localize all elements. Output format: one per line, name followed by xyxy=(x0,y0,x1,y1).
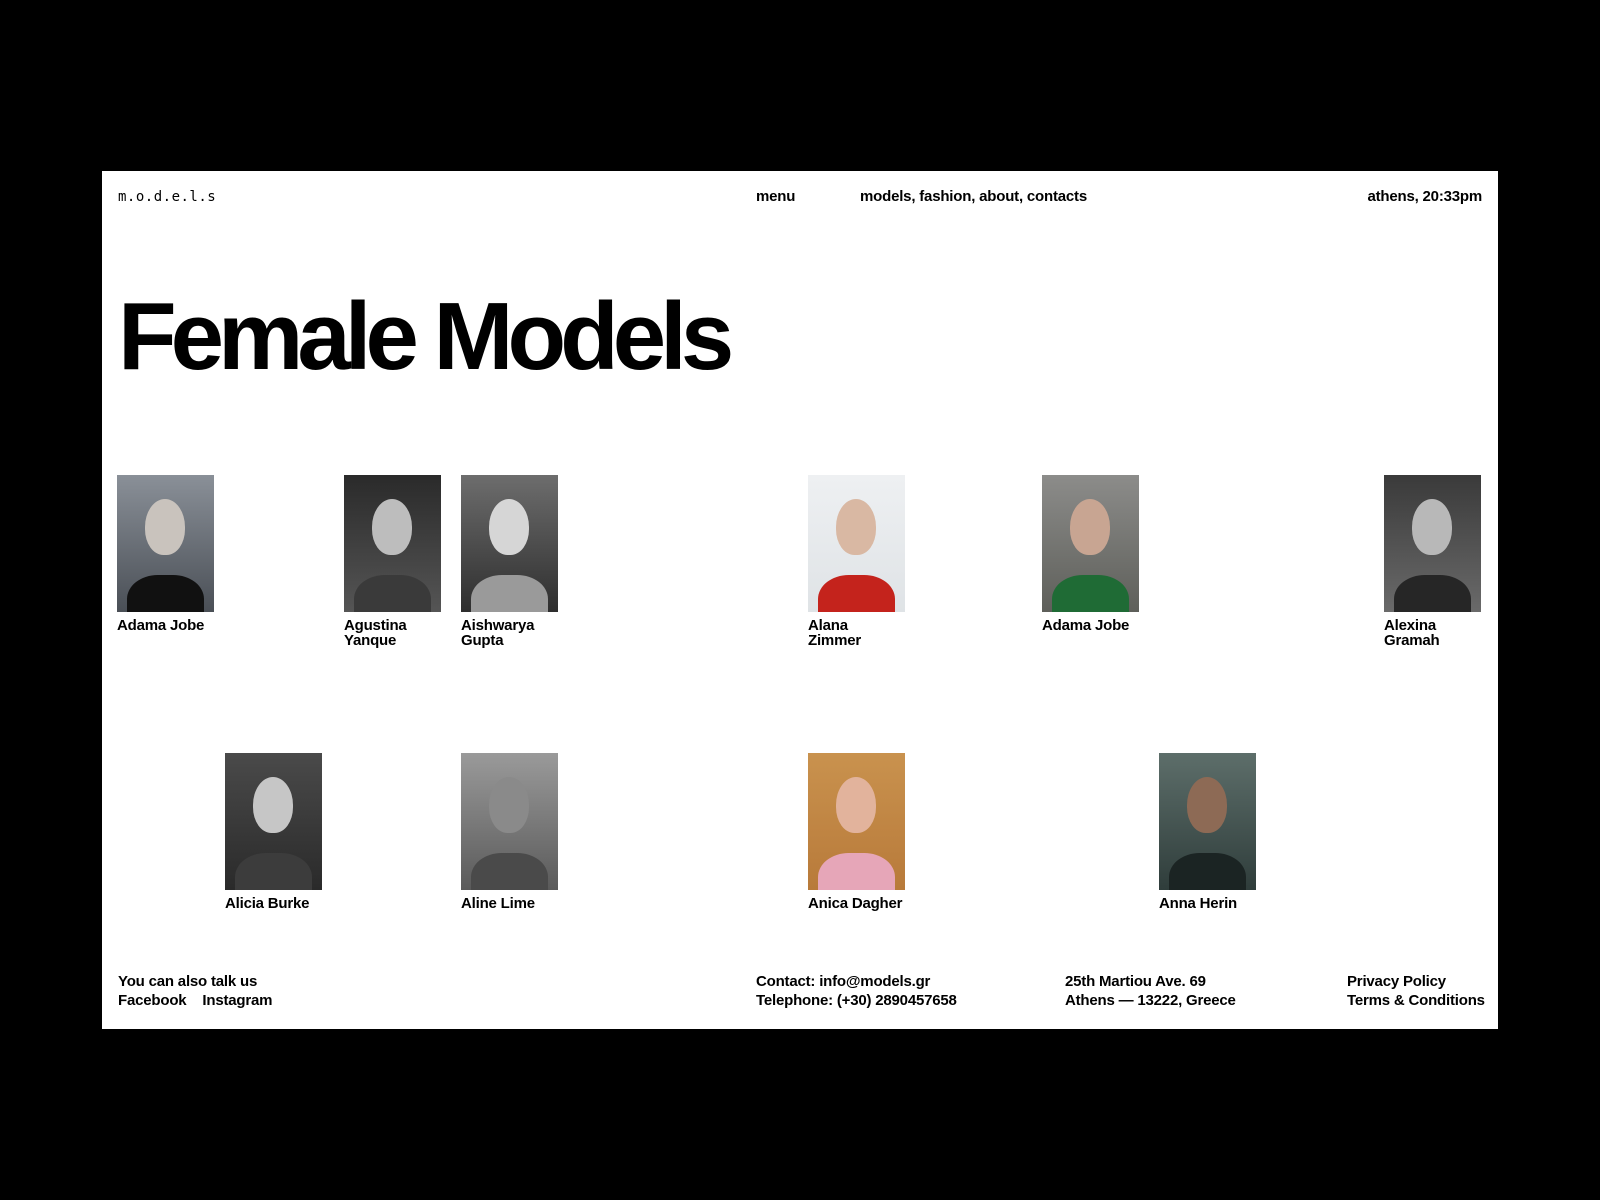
model-name[interactable]: Aishwarya Gupta xyxy=(461,618,591,648)
contact-email[interactable]: Contact: info@models.gr xyxy=(756,972,957,991)
logo[interactable]: m.o.d.e.l.s xyxy=(118,189,216,205)
model-name[interactable]: Alicia Burke xyxy=(225,896,355,911)
model-photo[interactable] xyxy=(1042,475,1139,612)
model-card[interactable]: Adama Jobe xyxy=(117,475,214,633)
model-photo[interactable] xyxy=(461,475,558,612)
model-name[interactable]: Adama Jobe xyxy=(1042,618,1172,633)
model-name[interactable]: Agustina Yanque xyxy=(344,618,474,648)
model-photo[interactable] xyxy=(344,475,441,612)
model-name[interactable]: Aline Lime xyxy=(461,896,591,911)
model-photo[interactable] xyxy=(808,753,905,890)
model-name[interactable]: Alexina Gramah xyxy=(1384,618,1514,648)
model-card[interactable]: Anica Dagher xyxy=(808,753,905,911)
model-photo[interactable] xyxy=(1384,475,1481,612)
model-card[interactable]: Aishwarya Gupta xyxy=(461,475,558,648)
model-photo[interactable] xyxy=(117,475,214,612)
address-line-2: Athens — 13222, Greece xyxy=(1065,992,1236,1009)
page-title: Female Models xyxy=(118,283,734,390)
social-heading: You can also talk us xyxy=(118,973,258,990)
model-name[interactable]: Adama Jobe xyxy=(117,618,247,633)
model-name[interactable]: Anna Herin xyxy=(1159,896,1289,911)
model-card[interactable]: Alana Zimmer xyxy=(808,475,905,648)
menu-button[interactable]: menu xyxy=(756,188,795,205)
instagram-link[interactable]: Instagram xyxy=(202,992,272,1009)
nav-link-fashion[interactable]: fashion xyxy=(919,188,971,205)
terms-link[interactable]: Terms & Conditions xyxy=(1347,991,1485,1010)
footer-legal: Privacy Policy Terms & Conditions xyxy=(1347,972,1485,1010)
address-line-1: 25th Martiou Ave. 69 xyxy=(1065,973,1206,990)
model-name[interactable]: Alana Zimmer xyxy=(808,618,938,648)
nav-link-models[interactable]: models xyxy=(860,188,912,205)
footer-social: You can also talk us Facebook Instagram xyxy=(118,972,272,1010)
model-name[interactable]: Anica Dagher xyxy=(808,896,938,911)
model-card[interactable]: Anna Herin xyxy=(1159,753,1256,911)
model-card[interactable]: Agustina Yanque xyxy=(344,475,441,648)
model-card[interactable]: Alexina Gramah xyxy=(1384,475,1481,648)
location-time: athens, 20:33pm xyxy=(1367,188,1482,205)
nav-links: models, fashion, about, contacts xyxy=(860,188,1087,205)
model-photo[interactable] xyxy=(461,753,558,890)
contact-telephone[interactable]: Telephone: (+30) 2890457658 xyxy=(756,991,957,1010)
page: m.o.d.e.l.s menu models, fashion, about,… xyxy=(102,171,1498,1029)
model-card[interactable]: Alicia Burke xyxy=(225,753,322,911)
nav-link-about[interactable]: about xyxy=(979,188,1019,205)
model-photo[interactable] xyxy=(808,475,905,612)
nav-link-contacts[interactable]: contacts xyxy=(1027,188,1087,205)
model-photo[interactable] xyxy=(225,753,322,890)
model-photo[interactable] xyxy=(1159,753,1256,890)
facebook-link[interactable]: Facebook xyxy=(118,992,187,1009)
footer-address: 25th Martiou Ave. 69 Athens — 13222, Gre… xyxy=(1065,972,1236,1010)
model-card[interactable]: Aline Lime xyxy=(461,753,558,911)
privacy-policy-link[interactable]: Privacy Policy xyxy=(1347,972,1485,991)
footer-contact: Contact: info@models.gr Telephone: (+30)… xyxy=(756,972,957,1010)
model-card[interactable]: Adama Jobe xyxy=(1042,475,1139,633)
